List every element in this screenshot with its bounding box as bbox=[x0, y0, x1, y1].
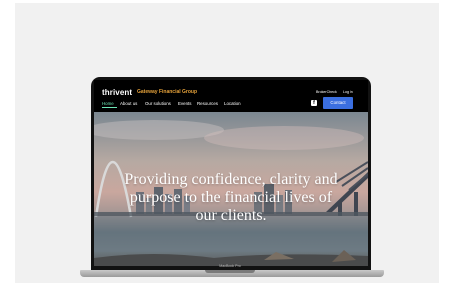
brand-logo[interactable]: thrivent bbox=[102, 88, 132, 97]
laptop-screen: thrivent Gateway Financial Group BrokerC… bbox=[94, 80, 368, 266]
hero-headline-line: our clients. bbox=[195, 207, 267, 224]
facebook-icon[interactable]: f bbox=[311, 100, 317, 106]
nav-resources[interactable]: Resources bbox=[197, 101, 218, 106]
contact-button[interactable]: Contact bbox=[323, 97, 353, 109]
login-link[interactable]: Log in bbox=[343, 90, 353, 94]
nav-events[interactable]: Events bbox=[178, 101, 191, 106]
active-nav-indicator bbox=[102, 107, 117, 108]
hero-headline: Providing confidence, clarity and purpos… bbox=[94, 171, 368, 225]
nav-location[interactable]: Location bbox=[224, 101, 241, 106]
nav-our-solutions[interactable]: Our solutions bbox=[145, 101, 171, 106]
group-name: Gateway Financial Group bbox=[137, 89, 198, 95]
hero-headline-line: Providing confidence, clarity and bbox=[124, 171, 338, 188]
nav-about-us[interactable]: About us bbox=[120, 101, 137, 106]
brokercheck-link[interactable]: BrokerCheck bbox=[316, 90, 337, 94]
laptop-notch bbox=[205, 270, 255, 273]
hero-headline-line: purpose to the financial lives of bbox=[129, 189, 333, 206]
site-header: thrivent Gateway Financial Group BrokerC… bbox=[94, 80, 368, 112]
hero-section: Providing confidence, clarity and purpos… bbox=[94, 112, 368, 266]
nav-home[interactable]: Home bbox=[102, 101, 114, 106]
device-model-label: MacBook Pro bbox=[219, 264, 241, 268]
